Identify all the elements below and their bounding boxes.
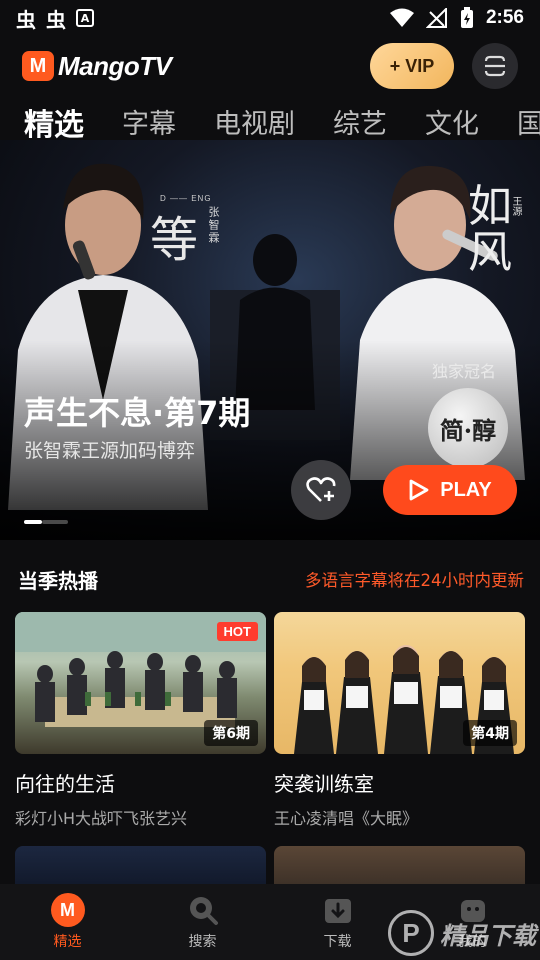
watermark-text: 精品下载 — [440, 921, 536, 950]
notification-icon: 虫 — [16, 7, 36, 32]
sponsor-label: 独家冠名 — [432, 362, 497, 381]
watermark-logo: P — [388, 910, 434, 956]
section-note: 多语言字幕将在24小时内更新 — [305, 571, 524, 590]
show-card[interactable]: 第4期 突袭训练室 王心凌清唱《大眠》 — [274, 612, 525, 829]
logo-mark-icon: M — [22, 51, 54, 81]
menu-icon — [484, 55, 506, 77]
nav-item-featured[interactable]: M 精选 — [0, 884, 135, 960]
battery-charging-icon — [460, 7, 473, 28]
show-description: 彩灯小H大战吓飞张艺兴 — [15, 809, 188, 828]
section-title: 当季热播 — [16, 565, 98, 594]
calligraphy-left-names: 张智霖 — [207, 206, 220, 245]
show-thumbnail: HOT 第6期 — [15, 612, 266, 754]
nav-item-search[interactable]: 搜索 — [135, 884, 270, 960]
nav-label: 搜索 — [188, 934, 217, 950]
app-header: M MangoTV + VIP — [0, 40, 540, 92]
logo-text: MangoTV — [58, 50, 172, 81]
clock: 2:56 — [485, 7, 524, 28]
heart-plus-icon — [306, 477, 336, 502]
show-title: 突袭训练室 — [274, 772, 374, 796]
calligraphy-left: 等 — [150, 212, 199, 268]
app-notification-icon: A — [76, 9, 94, 27]
show-grid: HOT 第6期 向往的生活 彩灯小H大战吓飞张艺兴 第4期 突袭训练室 王心凌清… — [15, 612, 527, 829]
notification-icon: 虫 — [46, 7, 66, 32]
mangotv-logo: M MangoTV — [22, 51, 172, 82]
tab-subtitles[interactable]: 字幕 — [122, 96, 176, 141]
search-icon — [186, 893, 220, 927]
watermark: P 精品下载 — [388, 910, 536, 956]
show-thumbnail: 第4期 — [274, 612, 525, 754]
hero-subtitle: 张智霖王源加码博弈 — [24, 440, 196, 462]
tab-label: 精选 — [24, 108, 84, 143]
tab-culture[interactable]: 文化 — [425, 96, 479, 141]
vip-button[interactable]: + VIP — [370, 43, 454, 89]
download-icon — [321, 893, 355, 927]
show-description: 王心凌清唱《大眠》 — [274, 809, 419, 828]
tab-tv-series[interactable]: 电视剧 — [214, 96, 295, 141]
hero-banner[interactable]: D —— ENG 等 张智霖 如风 王源 独家冠名 简·醇 声生不息·第7期 张… — [0, 140, 540, 540]
tab-featured[interactable]: 精选 — [24, 96, 84, 150]
play-icon — [409, 479, 429, 501]
episode-badge: 第4期 — [463, 720, 517, 746]
bottom-navigation: M 精选 搜索 下载 我的 P 精品下载 — [0, 884, 540, 960]
sponsor-badge: 简·醇 — [428, 388, 508, 468]
carousel-indicator — [24, 520, 68, 524]
mango-home-icon: M — [50, 893, 85, 927]
calligraphy-right-names: 王源 — [510, 196, 521, 216]
tab-variety[interactable]: 综艺 — [333, 96, 387, 141]
hero-title: 声生不息·第7期 — [24, 394, 251, 432]
episode-badge: 第6期 — [204, 720, 258, 746]
favorite-button[interactable] — [291, 460, 351, 520]
wifi-icon — [389, 8, 414, 27]
menu-button[interactable] — [472, 43, 518, 89]
play-button[interactable]: PLAY — [383, 465, 517, 515]
no-signal-icon — [425, 8, 447, 28]
section-header: 当季热播 多语言字幕将在24小时内更新 — [16, 564, 524, 594]
nav-label: 精选 — [53, 934, 82, 950]
show-title: 向往的生活 — [15, 772, 115, 796]
nav-label: 下载 — [323, 934, 352, 950]
status-bar: 虫 虫 A 2:56 — [0, 0, 540, 36]
hot-badge: HOT — [216, 622, 258, 641]
carousel-dot — [42, 520, 68, 524]
nav-item-download[interactable]: 下载 — [270, 884, 405, 960]
show-card[interactable]: HOT 第6期 向往的生活 彩灯小H大战吓飞张艺兴 — [15, 612, 266, 829]
tab-more[interactable]: 国 — [517, 96, 540, 141]
carousel-dot-active — [24, 520, 42, 524]
play-label: PLAY — [440, 478, 492, 501]
